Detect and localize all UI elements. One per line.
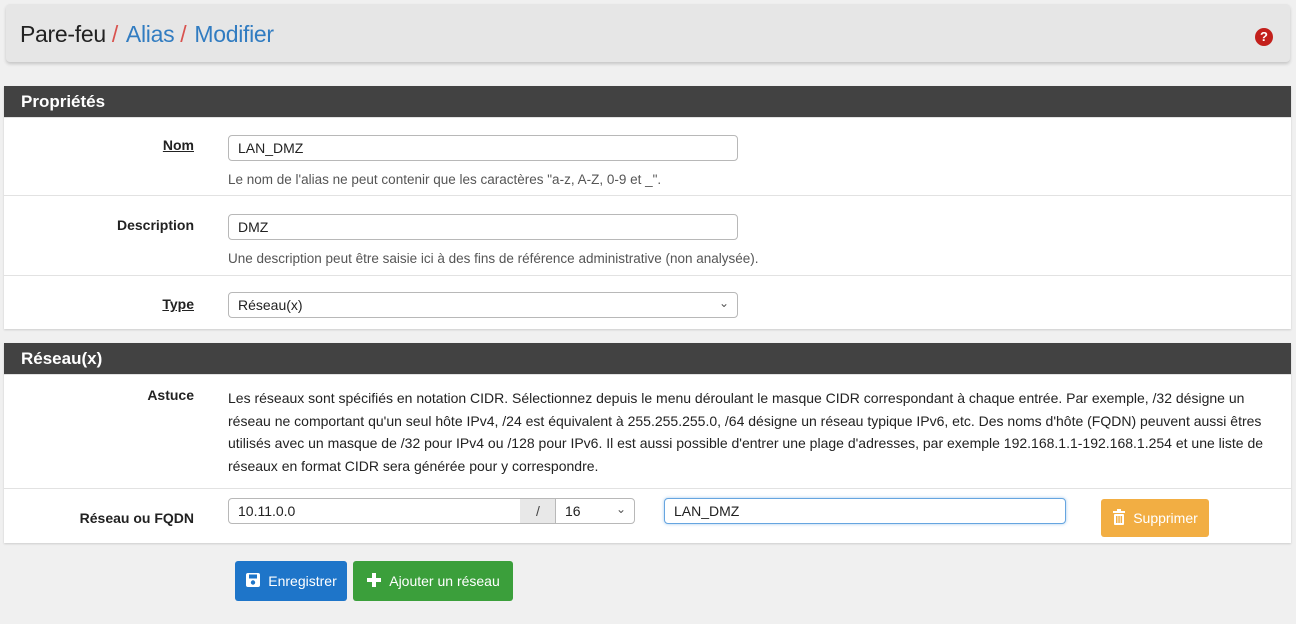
breadcrumb-aliases-link[interactable]: Alias	[126, 21, 175, 48]
add-network-button-label: Ajouter un réseau	[389, 573, 500, 589]
name-field[interactable]: LAN_DMZ	[228, 135, 738, 161]
cidr-slash: /	[520, 498, 556, 524]
delete-button-label: Supprimer	[1133, 510, 1198, 526]
description-row: Description DMZ Une description peut êtr…	[4, 195, 1291, 275]
network-address-input[interactable]: 10.11.0.0	[228, 498, 521, 524]
properties-panel: Propriétés Nom LAN_DMZ Le nom de l'alias…	[4, 86, 1291, 329]
description-help-text: Une description peut être saisie ici à d…	[228, 251, 759, 266]
breadcrumb: Pare-feu / Alias / Modifier	[20, 21, 274, 48]
hint-row: Astuce Les réseaux sont spécifiés en not…	[4, 374, 1291, 488]
add-network-button[interactable]: Ajouter un réseau	[353, 561, 513, 601]
name-label: Nom	[162, 137, 194, 153]
chevron-down-icon: ⌄	[718, 296, 729, 310]
trash-icon	[1112, 508, 1126, 528]
save-button-label: Enregistrer	[268, 573, 337, 589]
hint-text: Les réseaux sont spécifiés en notation C…	[228, 390, 1264, 474]
type-row: Type Réseau(x) ⌄	[4, 275, 1291, 329]
cidr-mask-value: 16	[565, 503, 581, 519]
plus-icon	[366, 572, 382, 591]
network-entry-row: Réseau ou FQDN 10.11.0.0 / 16 ⌄ LAN_DMZ …	[4, 488, 1291, 543]
network-description-input[interactable]: LAN_DMZ	[664, 498, 1066, 524]
chevron-down-icon: ⌄	[615, 502, 626, 516]
network-entry-label: Réseau ou FQDN	[79, 510, 194, 526]
name-help-text: Le nom de l'alias ne peut contenir que l…	[228, 172, 662, 187]
delete-button[interactable]: Supprimer	[1101, 499, 1209, 537]
type-select-value: Réseau(x)	[238, 297, 303, 313]
breadcrumb-edit-link[interactable]: Modifier	[194, 21, 274, 48]
type-label: Type	[162, 296, 194, 312]
type-select[interactable]: Réseau(x) ⌄	[228, 292, 738, 318]
hint-label: Astuce	[147, 387, 194, 403]
breadcrumb-separator: /	[180, 21, 187, 47]
networks-panel: Réseau(x) Astuce Les réseaux sont spécif…	[4, 343, 1291, 543]
description-label: Description	[116, 217, 194, 233]
networks-heading: Réseau(x)	[4, 343, 1291, 374]
save-button[interactable]: Enregistrer	[235, 561, 347, 601]
breadcrumb-firewall: Pare-feu	[20, 21, 106, 47]
name-row: Nom LAN_DMZ Le nom de l'alias ne peut co…	[4, 117, 1291, 195]
floppy-disk-icon	[245, 572, 261, 591]
properties-heading: Propriétés	[4, 86, 1291, 117]
cidr-mask-select[interactable]: 16 ⌄	[555, 498, 635, 524]
question-circle-icon[interactable]: ?	[1255, 28, 1273, 46]
page-header: Pare-feu / Alias / Modifier ?	[6, 4, 1290, 62]
description-field[interactable]: DMZ	[228, 214, 738, 240]
breadcrumb-separator: /	[111, 21, 118, 47]
